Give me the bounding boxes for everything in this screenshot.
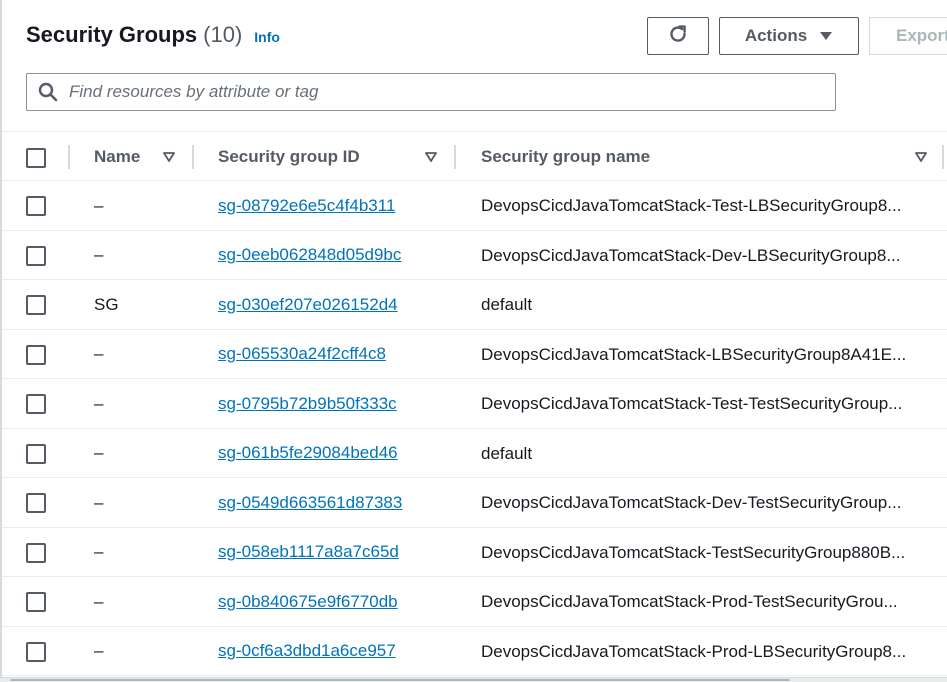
table-row[interactable]: – sg-0eeb062848d05d9bc DevopsCicdJavaTom…: [2, 231, 947, 280]
cell-name: –: [94, 492, 104, 512]
actions-button[interactable]: Actions: [719, 17, 859, 55]
cell-security-group-id: sg-058eb1117a8a7c65d: [218, 528, 458, 577]
cell-security-group-name: DevopsCicdJavaTomcatStack-Test-TestSecur…: [481, 394, 903, 413]
security-group-id-link[interactable]: sg-0549d663561d87383: [218, 493, 402, 513]
cell-name: –: [94, 591, 104, 611]
table-row[interactable]: – sg-0b840675e9f6770db DevopsCicdJavaTom…: [2, 577, 947, 627]
search-icon: [38, 82, 58, 102]
search-field[interactable]: [26, 73, 836, 111]
table-row[interactable]: SG sg-030ef207e026152d4 default: [2, 280, 947, 330]
export-label: Export: [896, 26, 947, 45]
security-group-id-link[interactable]: sg-061b5fe29084bed46: [218, 443, 398, 463]
table-row[interactable]: – sg-0795b72b9b50f333c DevopsCicdJavaTom…: [2, 379, 947, 429]
table-row[interactable]: – sg-0549d663561d87383 DevopsCicdJavaTom…: [2, 478, 947, 528]
cell-name: –: [94, 542, 104, 561]
sort-down-icon[interactable]: [914, 132, 928, 182]
row-checkbox[interactable]: [26, 443, 46, 464]
table-row[interactable]: – sg-0cf6a3dbd1a6ce957 DevopsCicdJavaTom…: [2, 627, 947, 676]
cell-name: –: [94, 641, 104, 660]
cell-security-group-name: DevopsCicdJavaTomcatStack-Dev-LBSecurity…: [481, 245, 901, 265]
row-checkbox[interactable]: [26, 592, 46, 612]
security-groups-page: Security Groups (10) Info Actions Export: [0, 0, 947, 682]
select-all-checkbox[interactable]: [26, 148, 46, 168]
cell-security-group-id: sg-08792e6e5c4f4b311: [218, 181, 458, 230]
sort-down-icon[interactable]: [162, 132, 176, 182]
column-divider: [942, 145, 944, 169]
column-header-security-group-name[interactable]: Security group name: [481, 132, 681, 182]
refresh-button[interactable]: [647, 17, 709, 55]
column-divider: [454, 145, 456, 169]
column-divider: [68, 145, 70, 169]
cell-name: –: [94, 393, 104, 413]
cell-name: –: [94, 245, 104, 264]
actions-label: Actions: [744, 26, 808, 45]
security-group-id-link[interactable]: sg-08792e6e5c4f4b311: [218, 196, 395, 216]
security-groups-table: Name Security group ID Security group na…: [2, 131, 947, 676]
table-row[interactable]: – sg-08792e6e5c4f4b311 DevopsCicdJavaTom…: [2, 181, 947, 231]
column-header-security-group-id[interactable]: Security group ID: [218, 132, 398, 182]
column-header-label: Security group ID: [218, 147, 360, 166]
cell-name: –: [94, 344, 104, 363]
caret-down-icon: [819, 26, 833, 46]
cell-security-group-name: DevopsCicdJavaTomcatStack-LBSecurityGrou…: [481, 344, 907, 364]
cell-security-group-name: DevopsCicdJavaTomcatStack-Dev-TestSecuri…: [481, 493, 902, 512]
row-checkbox[interactable]: [26, 394, 46, 414]
cell-name: –: [94, 195, 104, 215]
cell-name: SG: [94, 294, 119, 314]
row-checkbox[interactable]: [26, 641, 46, 662]
table-header: Name Security group ID Security group na…: [2, 131, 947, 181]
sort-down-icon[interactable]: [424, 132, 438, 182]
export-button[interactable]: Export: [869, 17, 947, 55]
cell-security-group-id: sg-0549d663561d87383: [218, 478, 458, 527]
cell-name: –: [94, 443, 104, 462]
cell-security-group-name: DevopsCicdJavaTomcatStack-TestSecurityGr…: [481, 542, 906, 562]
security-group-id-link[interactable]: sg-0eeb062848d05d9bc: [218, 245, 401, 265]
cell-security-group-id: sg-0cf6a3dbd1a6ce957: [218, 627, 458, 676]
row-checkbox[interactable]: [26, 542, 46, 563]
column-header-label: Security group name: [481, 147, 651, 166]
row-checkbox[interactable]: [26, 344, 46, 365]
cell-security-group-id: sg-0b840675e9f6770db: [218, 577, 458, 626]
cell-security-group-id: sg-065530a24f2cff4c8: [218, 330, 458, 379]
cell-security-group-id: sg-0eeb062848d05d9bc: [218, 231, 458, 280]
security-group-id-link[interactable]: sg-065530a24f2cff4c8: [218, 344, 386, 364]
cell-security-group-id: sg-0795b72b9b50f333c: [218, 379, 458, 428]
security-group-id-link[interactable]: sg-0cf6a3dbd1a6ce957: [218, 641, 396, 661]
security-group-id-link[interactable]: sg-058eb1117a8a7c65d: [218, 542, 399, 562]
cell-security-group-name: default: [481, 295, 533, 314]
refresh-icon: [667, 23, 689, 50]
column-divider: [192, 145, 194, 169]
cell-security-group-id: sg-061b5fe29084bed46: [218, 429, 458, 478]
table-body: – sg-08792e6e5c4f4b311 DevopsCicdJavaTom…: [2, 181, 947, 676]
search-input[interactable]: [67, 81, 811, 103]
column-header-name[interactable]: Name: [94, 132, 194, 182]
scrollbar-thumb[interactable]: [10, 679, 790, 681]
cell-security-group-name: DevopsCicdJavaTomcatStack-Prod-TestSecur…: [481, 592, 898, 611]
table-row[interactable]: – sg-061b5fe29084bed46 default: [2, 429, 947, 478]
horizontal-scrollbar[interactable]: [0, 677, 947, 682]
row-checkbox[interactable]: [26, 493, 46, 513]
cell-security-group-id: sg-030ef207e026152d4: [218, 280, 458, 329]
security-group-id-link[interactable]: sg-0b840675e9f6770db: [218, 592, 398, 612]
row-checkbox[interactable]: [26, 295, 46, 315]
column-header-label: Name: [94, 147, 141, 166]
security-group-id-link[interactable]: sg-030ef207e026152d4: [218, 295, 398, 315]
table-row[interactable]: – sg-065530a24f2cff4c8 DevopsCicdJavaTom…: [2, 330, 947, 379]
page-title: Security Groups: [26, 22, 198, 47]
security-group-id-link[interactable]: sg-0795b72b9b50f333c: [218, 394, 397, 414]
resource-count: (10): [203, 22, 243, 47]
cell-security-group-name: DevopsCicdJavaTomcatStack-Test-LBSecurit…: [481, 196, 902, 215]
row-checkbox[interactable]: [26, 196, 46, 216]
info-link[interactable]: Info: [254, 29, 280, 45]
page-header: Security Groups (10) Info: [26, 22, 280, 48]
cell-security-group-name: default: [481, 443, 533, 463]
table-row[interactable]: – sg-058eb1117a8a7c65d DevopsCicdJavaTom…: [2, 528, 947, 577]
cell-security-group-name: DevopsCicdJavaTomcatStack-Prod-LBSecurit…: [481, 641, 907, 661]
row-checkbox[interactable]: [26, 245, 46, 266]
